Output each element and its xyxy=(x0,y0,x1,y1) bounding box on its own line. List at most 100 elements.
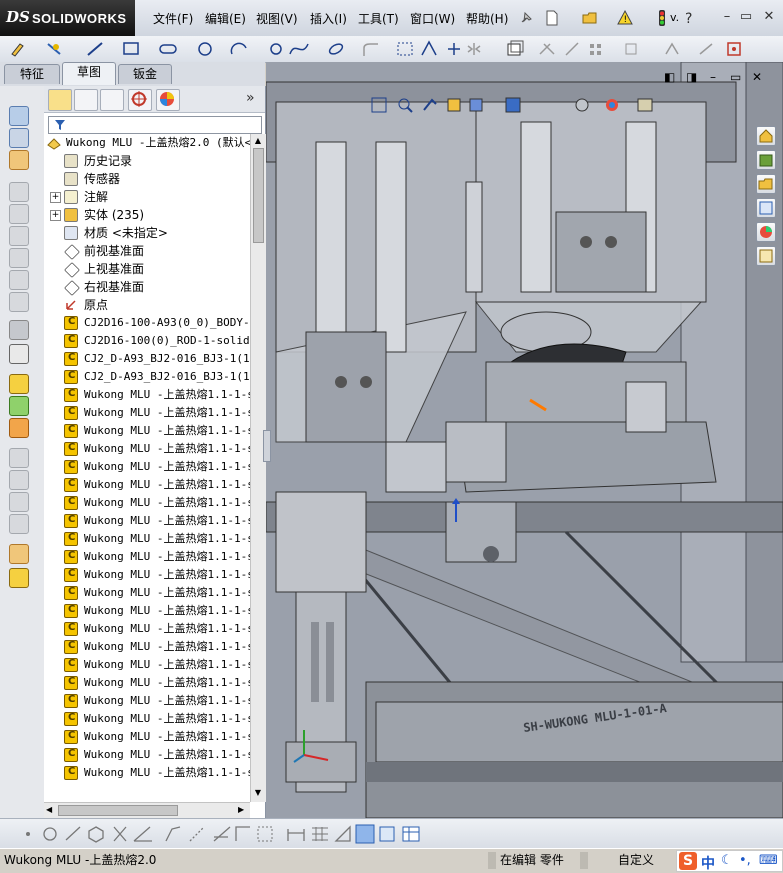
angle-icon[interactable] xyxy=(133,826,152,842)
panel-splitter-handle[interactable] xyxy=(263,430,271,462)
line-icon[interactable] xyxy=(65,826,81,841)
sogou-ime-logo-icon[interactable]: S xyxy=(679,852,697,870)
traffic-light-icon[interactable] xyxy=(652,8,672,28)
expand-toggle-icon[interactable]: + xyxy=(50,210,61,221)
display-style-icon[interactable] xyxy=(505,97,521,113)
jog-icon[interactable] xyxy=(9,204,29,224)
custom-properties-icon[interactable] xyxy=(756,246,776,266)
simple-hole-icon[interactable] xyxy=(9,396,29,416)
insert-bends-icon[interactable] xyxy=(9,568,29,588)
mirror-entities-icon[interactable] xyxy=(467,43,481,55)
corner-relief-icon[interactable] xyxy=(9,418,29,438)
solidworks-resources-icon[interactable] xyxy=(756,126,776,146)
feature-tree-filter-input[interactable] xyxy=(48,116,262,134)
offset-entities-icon[interactable] xyxy=(397,42,413,56)
chamfer-icon[interactable] xyxy=(165,826,181,842)
tangent-icon[interactable] xyxy=(213,826,231,842)
vent-icon[interactable] xyxy=(9,344,29,364)
edit-appearance-icon[interactable] xyxy=(606,99,618,111)
trim-icon[interactable] xyxy=(113,826,127,842)
welded-corner-icon[interactable] xyxy=(9,292,29,312)
pin-icon[interactable] xyxy=(516,8,536,28)
rebuild-warning-icon[interactable]: ! xyxy=(615,8,635,28)
design-library-icon[interactable] xyxy=(756,150,776,170)
menu-tools[interactable]: 工具(T) xyxy=(358,10,399,27)
move-entities-icon[interactable] xyxy=(625,43,637,55)
previous-view-icon[interactable] xyxy=(423,98,437,111)
display-manager-tab-icon[interactable] xyxy=(156,89,180,111)
triangle-icon[interactable] xyxy=(334,825,351,842)
sketch-plane-icon[interactable] xyxy=(379,826,395,842)
viewport-next-icon[interactable]: ◨ xyxy=(686,70,697,84)
circle-outline-icon[interactable] xyxy=(43,827,57,841)
unfold-icon[interactable] xyxy=(9,448,29,468)
minimize-icon[interactable]: – xyxy=(718,9,736,25)
open-folder-icon[interactable] xyxy=(580,8,600,28)
feature-tree-tab-icon[interactable] xyxy=(48,89,72,111)
tab-sketch[interactable]: 草图 xyxy=(62,62,116,85)
circle-tool-icon[interactable] xyxy=(198,42,212,56)
centerline-icon[interactable] xyxy=(448,43,460,55)
expand-panel-chevron-icon[interactable]: » xyxy=(246,90,255,106)
no-bends-icon[interactable] xyxy=(9,514,29,534)
menu-edit[interactable]: 编辑(E) xyxy=(205,10,246,27)
graphics-viewport[interactable]: SH-WUKONG MLU-1-01-A ◧ ◨ – ▭ ✕ xyxy=(266,62,783,818)
hem-icon[interactable] xyxy=(9,182,29,202)
menu-window[interactable]: 窗口(W) xyxy=(410,10,455,27)
status-units[interactable]: 自定义 xyxy=(618,852,654,869)
edge-flange-icon[interactable] xyxy=(9,128,29,148)
tab-features[interactable]: 特征 xyxy=(4,64,60,84)
quick-snaps-icon[interactable] xyxy=(727,42,741,56)
flatten-icon[interactable] xyxy=(9,492,29,512)
close-icon[interactable]: ✕ xyxy=(760,9,778,25)
file-explorer-icon[interactable] xyxy=(756,174,776,194)
fillet-tool-icon[interactable] xyxy=(363,43,378,56)
ime-moon-icon[interactable]: ☾ xyxy=(721,853,733,868)
property-manager-tab-icon[interactable] xyxy=(74,89,98,111)
ime-punctuation-icon[interactable]: •, xyxy=(739,853,751,868)
cross-break-icon[interactable] xyxy=(9,248,29,268)
extend-entities-icon[interactable] xyxy=(565,42,579,56)
arc-tool-icon[interactable] xyxy=(230,42,247,55)
repair-sketch-icon[interactable] xyxy=(699,43,713,55)
ime-chinese-mode-label[interactable]: 中 xyxy=(701,853,715,873)
shaded-sketch-icon[interactable] xyxy=(355,824,375,844)
horizontal-scroll-thumb[interactable] xyxy=(58,805,178,816)
scroll-left-arrow-icon[interactable]: ◀ xyxy=(46,805,52,814)
ime-keyboard-icon[interactable]: ⌨ xyxy=(759,853,778,868)
polygon-tool-icon[interactable] xyxy=(270,43,282,55)
scroll-right-arrow-icon[interactable]: ▶ xyxy=(238,805,244,814)
scroll-up-arrow-icon[interactable]: ▲ xyxy=(253,136,263,146)
closed-corner-icon[interactable] xyxy=(9,270,29,290)
sketch-pencil-icon[interactable] xyxy=(11,43,24,57)
convert-entities-icon[interactable] xyxy=(507,40,524,56)
base-flange-icon[interactable] xyxy=(9,106,29,126)
help-question-icon[interactable]: ? xyxy=(680,8,700,28)
vertical-scroll-thumb[interactable] xyxy=(253,148,264,243)
menu-help[interactable]: 帮助(H) xyxy=(466,10,508,27)
new-document-icon[interactable] xyxy=(542,8,562,28)
zoom-to-area-icon[interactable] xyxy=(398,98,413,113)
display-relations-icon[interactable] xyxy=(665,42,679,55)
fold-icon[interactable] xyxy=(9,470,29,490)
section-view-icon[interactable] xyxy=(447,98,461,112)
view-palette-icon[interactable] xyxy=(756,198,776,218)
zoom-to-fit-icon[interactable] xyxy=(371,97,387,113)
viewport-close-icon[interactable]: ✕ xyxy=(752,70,762,84)
miter-flange-icon[interactable] xyxy=(9,150,29,170)
corner-rectangle-icon[interactable] xyxy=(235,826,250,841)
polygon-icon[interactable] xyxy=(88,826,104,843)
viewport-restore-icon[interactable]: ▭ xyxy=(730,70,741,84)
scroll-down-arrow-icon[interactable]: ▼ xyxy=(253,788,263,798)
table-icon[interactable] xyxy=(402,826,420,842)
appearances-scenes-icon[interactable] xyxy=(756,222,776,242)
tree-horizontal-scrollbar[interactable]: ◀ ▶ xyxy=(44,802,250,819)
dimension-icon[interactable] xyxy=(287,829,305,841)
expand-toggle-icon[interactable]: + xyxy=(50,192,61,203)
configuration-manager-tab-icon[interactable] xyxy=(100,89,124,111)
menu-file[interactable]: 文件(F) xyxy=(153,10,193,27)
forming-tool-icon[interactable] xyxy=(9,320,29,340)
menu-insert[interactable]: 插入(I) xyxy=(310,10,347,27)
menu-view[interactable]: 视图(V) xyxy=(256,10,298,27)
line-tool-icon[interactable] xyxy=(87,42,103,56)
